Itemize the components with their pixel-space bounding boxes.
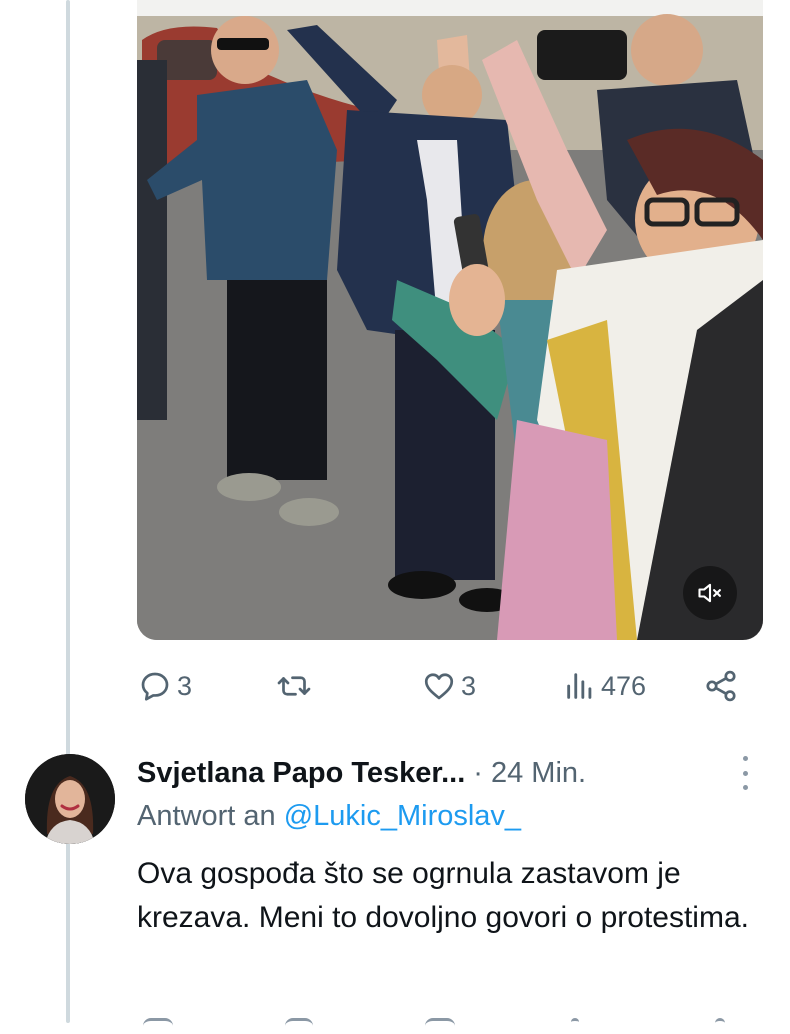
like-count: 3 bbox=[461, 670, 477, 701]
tweet-action-bar: 3 3 476 bbox=[137, 664, 747, 708]
separator-dot: · bbox=[473, 756, 483, 789]
video-frame bbox=[137, 0, 763, 640]
retweet-button[interactable] bbox=[275, 664, 317, 708]
timestamp[interactable]: 24 Min. bbox=[491, 757, 586, 790]
reply-header: Svjetlana Papo Tesker... · 24 Min. bbox=[137, 752, 757, 794]
reply-icon bbox=[141, 672, 169, 701]
more-options-icon[interactable] bbox=[735, 756, 755, 790]
avatar[interactable] bbox=[25, 754, 115, 844]
volume-muted-icon bbox=[698, 583, 721, 603]
views-button[interactable]: 476 bbox=[563, 664, 646, 708]
views-icon bbox=[567, 673, 592, 699]
retweet-icon bbox=[277, 676, 311, 696]
reply-prefix: Antwort an bbox=[137, 800, 276, 832]
avatar-image bbox=[25, 754, 115, 844]
share-button[interactable] bbox=[703, 664, 739, 708]
reply-handle-link[interactable]: @Lukic_Miroslav_ bbox=[284, 800, 521, 832]
thread-line bbox=[66, 0, 70, 1023]
author-name[interactable]: Svjetlana Papo Tesker... bbox=[137, 757, 465, 790]
mute-button[interactable] bbox=[683, 566, 737, 620]
like-icon bbox=[424, 673, 454, 700]
video-player[interactable] bbox=[137, 0, 763, 640]
reply-button[interactable]: 3 bbox=[137, 664, 192, 708]
like-button[interactable]: 3 bbox=[421, 664, 476, 708]
reply-to-line: Antwort an @Lukic_Miroslav_ bbox=[137, 800, 521, 833]
reply-count: 3 bbox=[177, 670, 193, 701]
reply-text: Ova gospođa što se ogrnula zastavom je k… bbox=[137, 857, 749, 934]
reply-action-bar-partial bbox=[137, 1014, 747, 1034]
views-count: 476 bbox=[601, 670, 647, 701]
share-icon bbox=[706, 670, 736, 702]
